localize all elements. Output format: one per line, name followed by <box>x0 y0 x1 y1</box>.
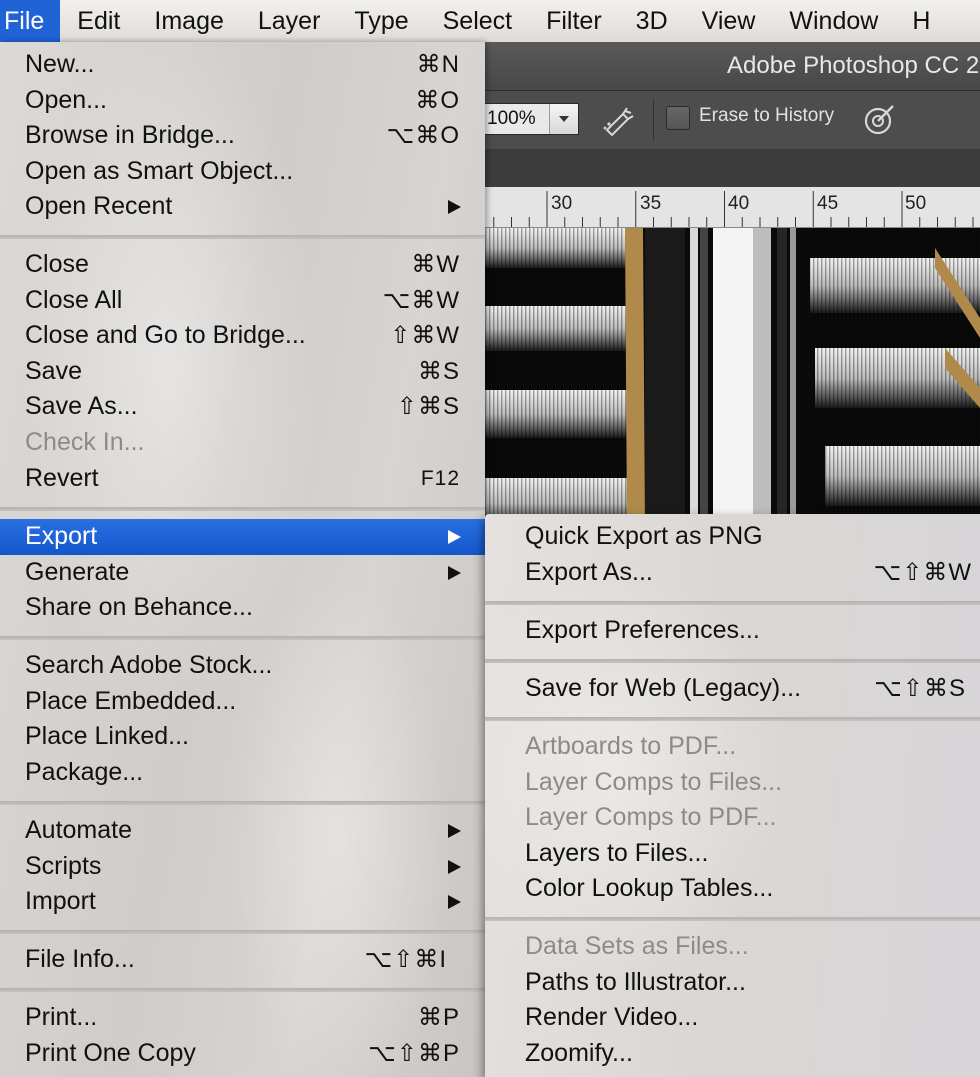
menu-item-search-adobe-stock[interactable]: Search Adobe Stock... <box>0 648 485 684</box>
menu-item-paths-to-illustrator[interactable]: Paths to Illustrator... <box>485 965 980 1001</box>
horizontal-ruler: 30 35 40 45 50 <box>485 187 980 228</box>
menu-item-place-linked[interactable]: Place Linked... <box>0 719 485 755</box>
menubar-view[interactable]: View <box>685 0 773 42</box>
menu-item-layers-to-files[interactable]: Layers to Files... <box>485 836 980 872</box>
tool-options-bar: 100% Erase to History <box>485 90 980 150</box>
escalator-photo <box>485 228 980 528</box>
document-tab-bar <box>485 149 980 187</box>
menubar-3d[interactable]: 3D <box>619 0 685 42</box>
submenu-arrow-icon <box>448 895 461 910</box>
erase-to-history-checkbox[interactable] <box>666 106 690 130</box>
menu-item-save-as[interactable]: Save As... ⇧⌘S <box>0 389 485 425</box>
ruler-label-40: 40 <box>728 193 750 214</box>
menu-separator <box>485 601 980 605</box>
menu-item-import[interactable]: Import <box>0 884 485 920</box>
menu-item-package[interactable]: Package... <box>0 755 485 791</box>
airbrush-icon[interactable] <box>601 104 635 136</box>
menu-item-save-for-web[interactable]: Save for Web (Legacy)... ⌥⇧⌘S <box>485 671 980 707</box>
menu-item-close-all[interactable]: Close All ⌥⌘W <box>0 283 485 319</box>
menubar-image[interactable]: Image <box>137 0 240 42</box>
menubar-help[interactable]: H <box>895 0 947 42</box>
menu-separator <box>485 917 980 921</box>
erase-to-history-label: Erase to History <box>699 105 835 126</box>
menu-separator <box>0 507 485 511</box>
tablet-pressure-icon[interactable] <box>863 102 897 136</box>
menu-item-generate[interactable]: Generate <box>0 555 485 591</box>
menubar-select[interactable]: Select <box>426 0 529 42</box>
menubar-layer[interactable]: Layer <box>241 0 338 42</box>
submenu-arrow-icon <box>448 530 461 544</box>
app-title: Adobe Photoshop CC 2 <box>727 52 980 79</box>
menu-item-place-embedded[interactable]: Place Embedded... <box>0 684 485 720</box>
menu-item-open[interactable]: Open... ⌘O <box>0 83 485 119</box>
menu-item-export-preferences[interactable]: Export Preferences... <box>485 613 980 649</box>
submenu-arrow-icon <box>448 824 461 838</box>
menu-item-revert[interactable]: Revert F12 <box>0 461 485 497</box>
menu-item-color-lookup-tables[interactable]: Color Lookup Tables... <box>485 871 980 907</box>
menu-item-close[interactable]: Close ⌘W <box>0 247 485 283</box>
export-submenu: Quick Export as PNG Export As... ⌥⇧⌘W Exp… <box>485 514 980 1077</box>
ruler-label-45: 45 <box>817 193 839 214</box>
menu-item-close-and-go-to-bridge[interactable]: Close and Go to Bridge... ⇧⌘W <box>0 318 485 354</box>
ruler-label-30: 30 <box>551 193 573 214</box>
ruler-label-35: 35 <box>640 193 662 214</box>
menu-item-automate[interactable]: Automate <box>0 813 485 849</box>
menu-item-render-video[interactable]: Render Video... <box>485 1000 980 1036</box>
menu-item-layer-comps-to-files: Layer Comps to Files... <box>525 767 783 796</box>
menubar-file[interactable]: File <box>0 0 61 42</box>
submenu-arrow-icon <box>448 200 461 215</box>
menu-item-export-as[interactable]: Export As... ⌥⇧⌘W <box>485 555 980 591</box>
menu-item-print-one-copy[interactable]: Print One Copy ⌥⇧⌘P <box>0 1036 485 1072</box>
zoom-select[interactable]: 100% <box>485 103 579 135</box>
ruler-label-50: 50 <box>905 193 927 214</box>
submenu-arrow-icon <box>448 565 461 580</box>
menu-item-new[interactable]: New... ⌘N <box>0 47 485 83</box>
menu-item-file-info[interactable]: File Info... ⌥⇧⌘I <box>0 942 485 978</box>
menu-bar: File Edit Image Layer Type Select Filter… <box>0 0 980 43</box>
app-title-bar: Adobe Photoshop CC 2 <box>485 42 980 90</box>
menu-item-print[interactable]: Print... ⌘P <box>0 1000 485 1036</box>
menu-item-scripts[interactable]: Scripts <box>0 849 485 885</box>
menu-separator <box>485 659 980 663</box>
menu-item-data-sets-as-files: Data Sets as Files... <box>525 932 749 960</box>
options-divider <box>653 99 654 141</box>
menu-separator <box>0 988 485 992</box>
menu-item-quick-export-png[interactable]: Quick Export as PNG <box>485 519 980 555</box>
menubar-window[interactable]: Window <box>772 0 895 42</box>
menu-separator <box>485 717 980 721</box>
chevron-down-icon[interactable] <box>549 104 578 134</box>
document-canvas[interactable] <box>485 228 980 528</box>
menu-item-share-on-behance[interactable]: Share on Behance... <box>0 590 485 626</box>
menu-item-check-in: Check In... <box>25 428 145 456</box>
zoom-value: 100% <box>487 108 536 129</box>
submenu-arrow-icon <box>448 859 461 874</box>
menubar-type[interactable]: Type <box>337 0 425 42</box>
menu-item-zoomify[interactable]: Zoomify... <box>485 1036 980 1072</box>
menubar-edit[interactable]: Edit <box>60 0 137 42</box>
menu-separator <box>0 801 485 805</box>
menu-item-open-recent[interactable]: Open Recent <box>0 189 485 225</box>
file-menu: New... ⌘N Open... ⌘O Browse in Bridge... ⌥⌘… <box>0 42 485 1077</box>
menu-item-save[interactable]: Save ⌘S <box>0 354 485 390</box>
menu-separator <box>0 235 485 239</box>
menu-item-artboards-to-pdf: Artboards to PDF... <box>525 732 737 760</box>
menu-item-open-as-smart-object[interactable]: Open as Smart Object... <box>0 154 485 190</box>
menubar-filter[interactable]: Filter <box>529 0 619 42</box>
menu-separator <box>0 636 485 640</box>
menu-item-browse-in-bridge[interactable]: Browse in Bridge... ⌥⌘O <box>0 118 485 154</box>
menu-item-export[interactable]: Export <box>0 519 485 555</box>
menu-item-layer-comps-to-pdf: Layer Comps to PDF... <box>525 803 777 832</box>
menu-separator <box>0 930 485 934</box>
